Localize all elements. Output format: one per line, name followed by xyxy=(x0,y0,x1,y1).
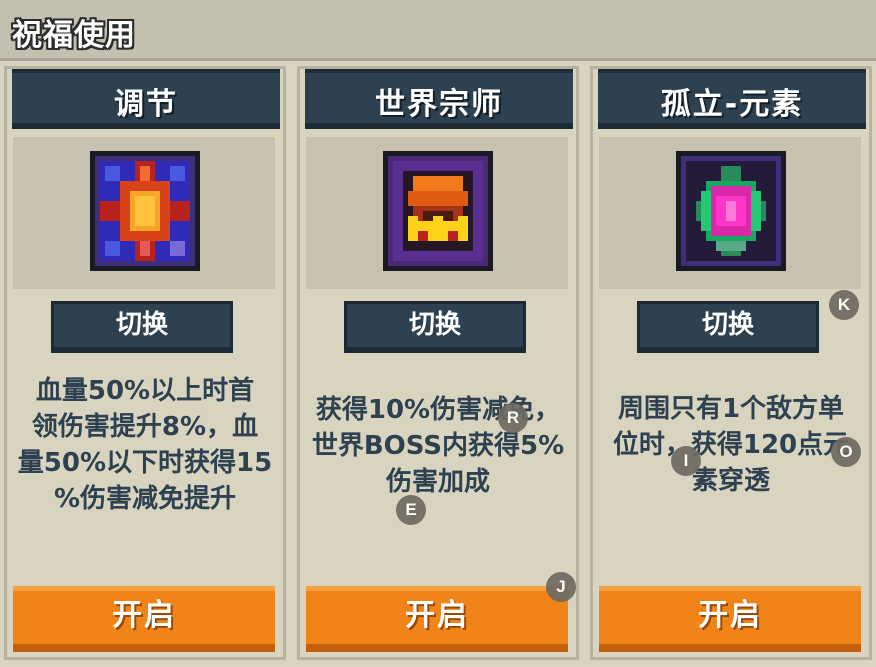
page-title: 祝福使用 xyxy=(12,18,136,53)
description-line: 伤害加成 xyxy=(385,467,490,497)
blessing-icon-frame xyxy=(599,137,861,289)
description-line: 领伤害提升8%，血 xyxy=(31,412,259,442)
switch-button[interactable]: 切换 xyxy=(344,301,526,353)
switch-button[interactable]: 切换 xyxy=(51,301,233,353)
switch-button[interactable]: 切换 xyxy=(637,301,819,353)
fire-crown-gem-icon xyxy=(383,151,493,271)
description-line: 量50%以下时获得15 xyxy=(17,448,273,478)
description-line: 获得10%伤害减免， xyxy=(315,395,561,425)
overlay-marker: R xyxy=(498,403,528,433)
activate-button[interactable]: 开启 xyxy=(599,586,861,652)
description-line: 周围只有1个敌方单 xyxy=(617,394,845,424)
overlay-marker: O xyxy=(831,437,861,467)
blessing-card-world-master: 世界宗师 切换 获得10%伤害减免， 世界BOSS内获得5% 伤害加成 开启 xyxy=(297,66,579,660)
description-line: %伤害减免提升 xyxy=(53,484,237,514)
overlay-marker: I xyxy=(671,446,701,476)
activate-button[interactable]: 开启 xyxy=(306,586,568,652)
description-line: 素穿透 xyxy=(691,466,770,496)
description-line: 世界BOSS内获得5% xyxy=(311,431,565,461)
description-line: 位时，获得120点元 xyxy=(612,430,850,460)
card-title: 孤立-元素 xyxy=(660,87,804,122)
card-header: 世界宗师 xyxy=(305,69,573,129)
blessing-card-adjust: 调节 切换 血量50%以上时首 领伤害提升8%，血 量50%以下时获得15 %伤… xyxy=(4,66,286,660)
overlay-marker: E xyxy=(396,495,426,525)
description-line: 血量50%以上时首 xyxy=(35,376,255,406)
blessing-description: 周围只有1个敌方单 位时，获得120点元 素穿透 xyxy=(595,391,867,499)
pink-green-element-gem-icon xyxy=(676,151,786,271)
card-header: 调节 xyxy=(12,69,280,129)
orange-cross-gem-icon xyxy=(90,151,200,271)
blessing-icon-frame xyxy=(306,137,568,289)
blessing-card-isolated-element: 孤立-元素 切换 周围只有1个敌方单 位时，获得120点元 素穿透 开启 xyxy=(590,66,872,660)
title-bar: 祝福使用 xyxy=(0,0,876,61)
blessing-description: 获得10%伤害减免， 世界BOSS内获得5% 伤害加成 xyxy=(302,392,574,500)
card-title: 调节 xyxy=(114,87,178,122)
card-title: 世界宗师 xyxy=(375,87,503,122)
card-header: 孤立-元素 xyxy=(598,69,866,129)
blessing-icon-frame xyxy=(13,137,275,289)
blessing-description: 血量50%以上时首 领伤害提升8%，血 量50%以下时获得15 %伤害减免提升 xyxy=(9,373,281,517)
overlay-marker: J xyxy=(546,572,576,602)
activate-button[interactable]: 开启 xyxy=(13,586,275,652)
overlay-marker: K xyxy=(829,290,859,320)
